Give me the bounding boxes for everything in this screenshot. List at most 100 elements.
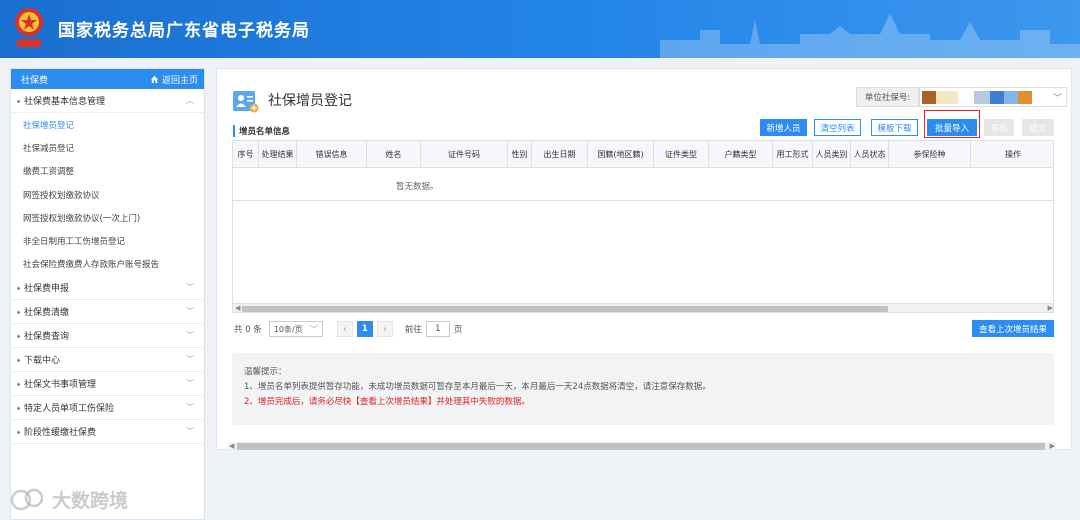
table-horizontal-scrollbar[interactable]: ◀ ▶ <box>233 303 1053 312</box>
col-id-type: 证件类型 <box>654 141 709 168</box>
bullet-icon <box>17 407 20 411</box>
main-panel: 社保增员登记 单位社保号: ﹀ 增员名单信息 新增人员 清空列表 模板下载 批量… <box>216 68 1072 450</box>
add-user-card-icon <box>233 91 259 113</box>
col-staff-status: 人员状态 <box>851 141 889 168</box>
col-household-type: 户籍类型 <box>709 141 773 168</box>
sidebar: 社保费 返回主页 社保费基本信息管理 ︿ 社保增员登记 社保减员登记 缴费工资调… <box>10 68 205 520</box>
watermark-brand: 大数跨境 <box>52 490 129 512</box>
col-birthdate: 出生日期 <box>532 141 588 168</box>
page-size-value: 10条/页 <box>273 324 303 334</box>
tips-box: 温馨提示： 1、增员名单列表提供暂存功能，未成功增员数据可暂存至本月最后一天，本… <box>232 353 1054 425</box>
sidebar-title: 社保费 <box>21 75 49 86</box>
sidebar-item-label: 社保减员登记 <box>23 143 75 154</box>
sidebar-group-download[interactable]: 下载中心 ﹀ <box>11 348 204 373</box>
sidebar-group-documents[interactable]: 社保文书事项管理 ﹀ <box>11 372 204 397</box>
col-nationality: 国籍(地区籍) <box>588 141 654 168</box>
col-gender: 性别 <box>508 141 532 168</box>
total-count: 共 0 条 <box>234 325 262 335</box>
page-title: 社保增员登记 <box>268 93 352 109</box>
scroll-left-icon[interactable]: ◀ <box>229 442 234 450</box>
chevron-down-icon: ﹀ <box>186 355 194 365</box>
bullet-icon <box>17 311 20 315</box>
add-staff-button[interactable]: 新增人员 <box>760 119 807 136</box>
section-title: 增员名单信息 <box>233 125 290 137</box>
col-id-number: 证件号码 <box>421 141 508 168</box>
sidebar-item-label: 网签授权划缴款协议 <box>23 190 100 201</box>
chevron-down-icon: ﹀ <box>186 307 194 317</box>
page-horizontal-scrollbar[interactable]: ◀ ▶ <box>228 442 1056 451</box>
sidebar-group-label: 社保费清缴 <box>24 308 70 319</box>
chevron-down-icon: ﹀ <box>186 379 194 389</box>
bullet-icon <box>17 383 20 387</box>
bullet-icon <box>17 100 20 103</box>
col-insurance-type: 参保险种 <box>889 141 971 168</box>
sidebar-group-special-injury[interactable]: 特定人员单项工伤保险 ﹀ <box>11 396 204 421</box>
tips-line-2: 2、增员完成后，请务必尽快【查看上次增员结果】并处理其中失败的数据。 <box>244 397 530 407</box>
watermark: 大数跨境 <box>10 486 128 513</box>
redacted-block <box>958 91 974 104</box>
bullet-icon <box>17 287 20 291</box>
empty-text: 暂无数据。 <box>396 182 439 192</box>
pagination: 共 0 条 10条/页 ﹀ ‹ 1 › 前往 1 页 <box>234 320 462 338</box>
bullet-icon <box>17 335 20 339</box>
scroll-thumb[interactable] <box>242 306 888 312</box>
home-label: 返回主页 <box>161 75 198 86</box>
chevron-down-icon: ﹀ <box>186 427 194 437</box>
sidebar-group-basic-info[interactable]: 社保费基本信息管理 ︿ <box>11 89 204 113</box>
site-title: 国家税务总局广东省电子税务局 <box>58 21 310 41</box>
redacted-block <box>990 91 1004 104</box>
sidebar-group-declare[interactable]: 社保费申报 ﹀ <box>11 276 204 301</box>
col-index: 序号 <box>233 141 259 168</box>
sidebar-header: 社保费 返回主页 <box>11 69 204 89</box>
sidebar-item-debit-agreement[interactable]: 网签授权划缴款协议 <box>11 183 204 206</box>
sidebar-item-label: 缴费工资调整 <box>23 167 75 178</box>
sidebar-group-label: 特定人员单项工伤保险 <box>24 404 115 415</box>
current-page[interactable]: 1 <box>356 321 373 337</box>
template-download-button[interactable]: 模板下载 <box>871 119 918 136</box>
import-highlight-box <box>924 110 980 138</box>
chevron-down-icon: ﹀ <box>1052 94 1062 104</box>
clear-list-button[interactable]: 清空列表 <box>814 119 861 136</box>
chevron-down-icon: ﹀ <box>309 324 318 334</box>
col-actions: 操作 <box>1005 150 1021 159</box>
sidebar-item-wage-adjust[interactable]: 缴费工资调整 <box>11 160 204 183</box>
empty-row <box>233 168 1053 201</box>
scroll-right-icon[interactable]: ▶ <box>1050 442 1055 450</box>
sidebar-item-add-staff[interactable]: 社保增员登记 <box>11 113 204 136</box>
submit-button[interactable]: 提交 <box>1022 119 1054 136</box>
sidebar-group-label: 社保费基本信息管理 <box>24 97 106 107</box>
tips-line-1: 1、增员名单列表提供暂存功能，未成功增员数据可暂存至本月最后一天，本月最后一天2… <box>244 382 711 392</box>
chevron-up-icon: ︿ <box>186 96 194 105</box>
bullet-icon <box>17 359 20 363</box>
sidebar-group-settle[interactable]: 社保费清缴 ﹀ <box>11 300 204 325</box>
sidebar-item-label: 网签授权划缴款协议(一次上门) <box>23 213 141 224</box>
sidebar-item-parttime-injury[interactable]: 非全日制用工工伤增员登记 <box>11 229 204 252</box>
chevron-down-icon: ﹀ <box>186 283 194 293</box>
home-button[interactable]: 返回主页 <box>150 73 198 86</box>
scroll-left-icon[interactable]: ◀ <box>235 304 240 312</box>
sidebar-item-account-report[interactable]: 社会保险费缴费人存款账户账号报告 <box>11 253 204 276</box>
goto-page-input[interactable]: 1 <box>425 321 450 337</box>
sidebar-group-label: 社保费查询 <box>24 332 70 343</box>
sidebar-group-label: 下载中心 <box>24 356 61 367</box>
export-button[interactable]: 导出 <box>984 119 1014 136</box>
bullet-icon <box>17 431 20 435</box>
page-size-select[interactable]: 10条/页 ﹀ <box>268 321 323 337</box>
scroll-thumb[interactable] <box>237 443 1045 450</box>
prev-page-button[interactable]: ‹ <box>336 321 353 337</box>
redacted-block <box>922 91 936 104</box>
sidebar-group-query[interactable]: 社保费查询 ﹀ <box>11 324 204 349</box>
next-page-button[interactable]: › <box>376 321 393 337</box>
scroll-right-icon[interactable]: ▶ <box>1048 304 1053 312</box>
unit-no-label: 单位社保号: <box>856 87 919 107</box>
col-staff-category: 人员类别 <box>813 141 851 168</box>
col-name: 姓名 <box>367 141 421 168</box>
staff-table: 序号 处理结果 错误信息 姓名 证件号码 性别 出生日期 国籍(地区籍) 证件类… <box>232 140 1054 313</box>
view-last-result-button[interactable]: 查看上次增员结果 <box>972 320 1054 337</box>
col-result: 处理结果 <box>259 141 297 168</box>
unit-no-select[interactable]: ﹀ <box>919 87 1067 107</box>
sidebar-item-remove-staff[interactable]: 社保减员登记 <box>11 136 204 159</box>
sidebar-item-debit-agreement-onsite[interactable]: 网签授权划缴款协议(一次上门) <box>11 206 204 229</box>
sidebar-group-deferral[interactable]: 阶段性缓缴社保费 ﹀ <box>11 420 204 445</box>
redacted-block <box>1018 91 1032 104</box>
